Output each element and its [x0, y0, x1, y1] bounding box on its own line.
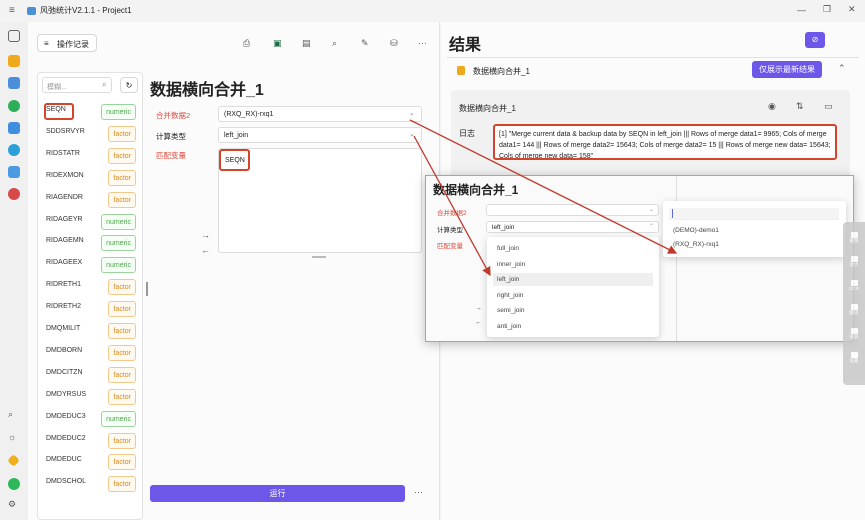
arrow-to-join-dropdown: [413, 135, 491, 277]
arrow-to-data-dropdown: [409, 119, 678, 254]
annotation-arrows: [409, 119, 678, 277]
